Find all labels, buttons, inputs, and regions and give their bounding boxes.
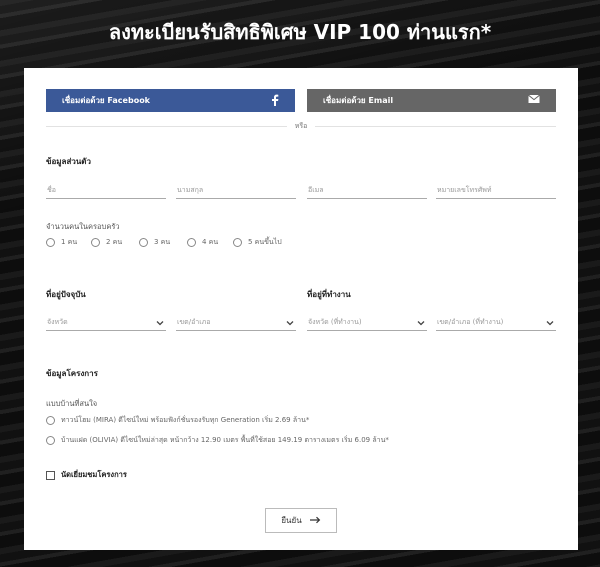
project-info-title: ข้อมูลโครงการ: [46, 369, 98, 378]
family-size-label: จำนวนคนในครอบครัว: [46, 222, 120, 231]
current-district-select[interactable]: เขต/อำเภอ: [176, 315, 296, 331]
appointment-checkbox[interactable]: นัดเยี่ยมชมโครงการ: [46, 469, 127, 481]
family-option-1[interactable]: 1 คน: [46, 237, 77, 248]
email-field[interactable]: อีเมล: [307, 183, 427, 199]
family-option-4[interactable]: 4 คน: [187, 237, 218, 248]
chevron-down-icon: [286, 317, 294, 331]
radio-icon: [46, 436, 55, 445]
work-province-select[interactable]: จังหวัด (ที่ทำงาน): [307, 315, 427, 331]
checkbox-icon: [46, 470, 55, 480]
email-button-label: เชื่อมต่อด้วย Email: [323, 96, 394, 105]
family-option-5[interactable]: 5 คนขึ้นไป: [233, 237, 282, 248]
submit-button[interactable]: ยืนยัน: [265, 508, 337, 533]
chevron-down-icon: [546, 317, 554, 331]
family-option-2[interactable]: 2 คน: [91, 237, 122, 248]
facebook-button-label: เชื่อมต่อด้วย Facebook: [62, 96, 151, 105]
current-address-title: ที่อยู่ปัจจุบัน: [46, 290, 86, 299]
radio-icon: [139, 238, 148, 247]
facebook-connect-button[interactable]: เชื่อมต่อด้วย Facebook: [46, 89, 295, 112]
last-name-field[interactable]: นามสกุล: [176, 183, 296, 199]
house-option-olivia[interactable]: บ้านแฝด (OLIVIA) ดีไซน์ใหม่ล่าสุด หน้ากว…: [46, 435, 389, 446]
house-interest-label: แบบบ้านที่สนใจ: [46, 399, 98, 408]
arrow-right-icon: [309, 516, 321, 526]
envelope-icon: [528, 94, 540, 106]
work-district-select[interactable]: เขต/อำเภอ (ที่ทำงาน): [436, 315, 556, 331]
radio-icon: [91, 238, 100, 247]
radio-icon: [187, 238, 196, 247]
work-address-title: ที่อยู่ที่ทำงาน: [307, 290, 351, 299]
personal-info-title: ข้อมูลส่วนตัว: [46, 157, 91, 166]
submit-label: ยืนยัน: [281, 516, 302, 525]
radio-icon: [233, 238, 242, 247]
family-option-3[interactable]: 3 คน: [139, 237, 170, 248]
house-option-mira[interactable]: ทาวน์โฮม (MIRA) ดีไซน์ใหม่ พร้อมฟังก์ชั่…: [46, 415, 309, 426]
chevron-down-icon: [156, 317, 164, 331]
chevron-down-icon: [417, 317, 425, 331]
radio-icon: [46, 416, 55, 425]
email-connect-button[interactable]: เชื่อมต่อด้วย Email: [307, 89, 556, 112]
phone-field[interactable]: หมายเลขโทรศัพท์: [436, 183, 556, 199]
registration-form: เชื่อมต่อด้วย Facebook เชื่อมต่อด้วย Ema…: [24, 68, 578, 550]
facebook-icon: [271, 94, 279, 108]
first-name-field[interactable]: ชื่อ: [46, 183, 166, 199]
page-title: ลงทะเบียนรับสิทธิพิเศษ VIP 100 ท่านแรก*: [108, 20, 492, 44]
radio-icon: [46, 238, 55, 247]
current-province-select[interactable]: จังหวัด: [46, 315, 166, 331]
or-label: หรือ: [286, 122, 316, 130]
